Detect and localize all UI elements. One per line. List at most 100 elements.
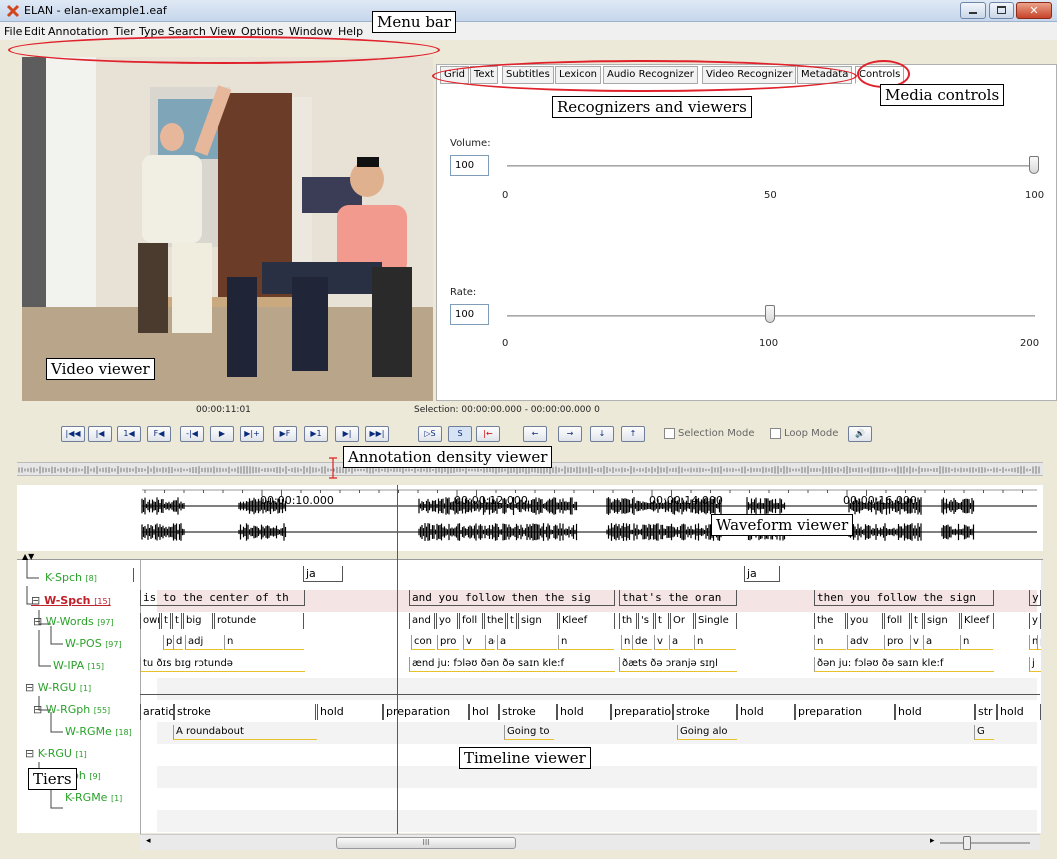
loop-mode-checkbox[interactable] xyxy=(770,428,781,439)
annotation[interactable]: hol xyxy=(469,704,499,720)
tier-w-words[interactable]: ⊟ W-Words [97] xyxy=(33,615,114,628)
annotation[interactable]: preparatio xyxy=(611,704,673,720)
annotation[interactable]: Kleef xyxy=(961,613,994,629)
annotation[interactable]: t xyxy=(507,613,517,629)
annotation[interactable]: Kleef xyxy=(559,613,615,629)
tier-k-spch[interactable]: K-Spch [8] xyxy=(45,571,97,584)
annotation[interactable]: stroke xyxy=(673,704,737,720)
annotation[interactable]: A roundabout xyxy=(173,725,317,740)
annotation[interactable]: preparation xyxy=(383,704,469,720)
annotation[interactable]: rotunde xyxy=(214,613,304,629)
previous-scrollview-button[interactable]: |◀ xyxy=(88,426,112,442)
annotation[interactable]: stroke xyxy=(174,704,316,720)
annotation[interactable]: n xyxy=(621,635,631,650)
annotation[interactable]: Going alo xyxy=(677,725,737,740)
annotation[interactable]: hold xyxy=(557,704,611,720)
nav-left-button[interactable]: ← xyxy=(523,426,547,442)
annotation[interactable]: n xyxy=(960,635,993,650)
annotation[interactable]: a xyxy=(669,635,693,650)
nav-right-button[interactable]: → xyxy=(558,426,582,442)
annotation[interactable]: foll xyxy=(459,613,483,629)
annotation[interactable]: ðæts ðə ɔranjə sɪŋl xyxy=(619,657,737,672)
annotation[interactable]: adv xyxy=(485,635,495,650)
tier-w-rgph[interactable]: ⊟ W-RGph [55] xyxy=(33,703,110,716)
annotation[interactable]: d xyxy=(173,635,183,650)
expand-icon[interactable]: ⊟ xyxy=(25,747,34,760)
annotation[interactable]: adj xyxy=(185,635,223,650)
annotation[interactable]: pro xyxy=(884,635,910,650)
previous-frame-button[interactable]: F◀ xyxy=(147,426,171,442)
annotation[interactable]: v xyxy=(654,635,668,650)
close-button[interactable]: ✕ xyxy=(1016,2,1052,19)
timeline-viewer[interactable]: K-Spch [8] ⊟ W-Spch [15] ⊟ W-Words [97] … xyxy=(17,485,1043,834)
density-cursor[interactable] xyxy=(328,456,338,480)
annotation[interactable]: ðən ju: fɔləʊ ðə saɪn kle:f xyxy=(814,657,994,672)
tier-w-pos[interactable]: W-POS [97] xyxy=(65,637,122,650)
maximize-button[interactable] xyxy=(989,2,1014,19)
annotation[interactable]: pro xyxy=(437,635,459,650)
rate-slider-thumb[interactable] xyxy=(765,305,775,323)
annotation[interactable]: foll xyxy=(884,613,910,629)
annotation[interactable]: t xyxy=(161,613,171,629)
annotation[interactable]: that's the oran xyxy=(619,590,737,606)
annotation[interactable]: n xyxy=(814,635,846,650)
annotation[interactable] xyxy=(140,694,1040,695)
expand-icon[interactable]: ⊟ xyxy=(33,615,42,628)
video-viewer[interactable] xyxy=(22,57,433,401)
play-button[interactable]: ▶ xyxy=(210,426,234,442)
next-frame-button[interactable]: ▶F xyxy=(273,426,297,442)
annotation[interactable]: a xyxy=(923,635,959,650)
annotation[interactable]: v xyxy=(463,635,485,650)
annotation[interactable]: Single xyxy=(695,613,737,629)
annotation[interactable]: t xyxy=(172,613,182,629)
zoom-slider-thumb[interactable] xyxy=(963,836,971,850)
menu-tier[interactable]: Tier xyxy=(114,25,135,38)
tier-k-rgu[interactable]: ⊟ K-RGU [1] xyxy=(25,747,87,760)
go-to-end-button[interactable]: ▶▶| xyxy=(365,426,389,442)
annotation[interactable]: hold xyxy=(997,704,1041,720)
annotation[interactable]: tu ðɪs bɪg rɔtundə xyxy=(140,657,305,672)
annotation[interactable]: aratio xyxy=(140,704,174,720)
annotation[interactable]: hold xyxy=(317,704,383,720)
annotation[interactable]: hold xyxy=(895,704,975,720)
tier-w-rgme[interactable]: W-RGMe [18] xyxy=(65,725,132,738)
tier-k-rgme[interactable]: K-RGMe [1] xyxy=(65,791,122,804)
annotation[interactable]: de xyxy=(632,635,652,650)
annotation[interactable]: own xyxy=(140,613,160,629)
annotation[interactable]: p xyxy=(1037,635,1041,650)
annotation[interactable]: v xyxy=(910,635,922,650)
annotation[interactable]: yo xyxy=(436,613,458,629)
previous-second-button[interactable]: 1◀ xyxy=(117,426,141,442)
annotation[interactable]: and you follow then the sig xyxy=(409,590,615,606)
nav-up-button[interactable]: ↑ xyxy=(621,426,645,442)
volume-slider-thumb[interactable] xyxy=(1029,156,1039,174)
annotation[interactable]: n xyxy=(558,635,614,650)
scroll-thumb[interactable]: III xyxy=(336,837,516,849)
expand-icon[interactable]: ⊟ xyxy=(33,703,42,716)
minimize-button[interactable] xyxy=(960,2,986,19)
scroll-left-icon[interactable]: ◂ xyxy=(146,836,151,846)
zoom-slider-track[interactable] xyxy=(940,842,1030,844)
menu-annotation[interactable]: Annotation xyxy=(48,25,108,38)
expand-icon[interactable]: ⊟ xyxy=(25,681,34,694)
annotation[interactable]: p xyxy=(163,635,173,650)
annotation[interactable]: n xyxy=(224,635,304,650)
next-scrollview-button[interactable]: ▶| xyxy=(335,426,359,442)
annotation[interactable]: stroke xyxy=(499,704,557,720)
scroll-right-icon[interactable]: ▸ xyxy=(930,836,935,846)
selection-start-button[interactable]: |← xyxy=(476,426,500,442)
annotation[interactable]: ja xyxy=(303,566,343,582)
tier-w-spch[interactable]: ⊟ W-Spch [15] xyxy=(31,594,111,607)
menu-edit[interactable]: Edit xyxy=(24,25,45,38)
clear-selection-button[interactable]: S xyxy=(448,426,472,442)
annotation[interactable]: then you follow the sign xyxy=(814,590,994,606)
annotation[interactable]: 's xyxy=(638,613,654,629)
annotation[interactable]: str xyxy=(975,704,997,720)
annotation[interactable]: y xyxy=(1029,613,1041,629)
annotation[interactable]: the xyxy=(484,613,506,629)
annotation[interactable]: Going to xyxy=(504,725,554,740)
annotation[interactable]: ja xyxy=(744,566,780,582)
annotation[interactable]: you xyxy=(847,613,883,629)
annotation[interactable]: adv xyxy=(847,635,883,650)
pixel-left-button[interactable]: -|◀ xyxy=(180,426,204,442)
